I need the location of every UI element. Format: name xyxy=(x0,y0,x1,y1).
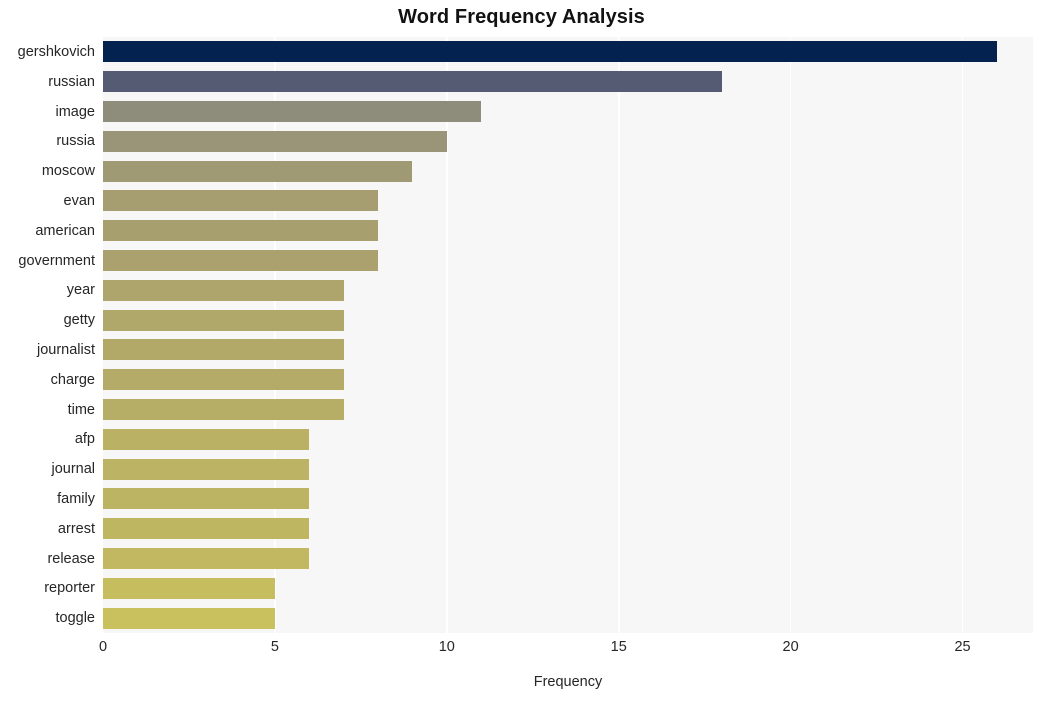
bar-row xyxy=(103,41,1033,63)
x-axis-title: Frequency xyxy=(533,674,603,690)
bar-journalist[interactable] xyxy=(103,339,344,361)
y-axis-label-image: image xyxy=(55,103,96,120)
y-axis-label-government: government xyxy=(18,252,95,269)
bar-getty[interactable] xyxy=(103,309,344,331)
bar-release[interactable] xyxy=(103,548,310,569)
y-axis-label-american: american xyxy=(35,222,95,239)
x-axis-tick-labels: 0 5 10 15 20 25 xyxy=(0,639,1043,661)
y-axis-label-year: year xyxy=(66,282,95,299)
y-axis-label-russia: russia xyxy=(56,133,95,150)
bar-row xyxy=(103,190,1033,212)
y-axis-label-charge: charge xyxy=(50,371,95,388)
bar-row xyxy=(103,607,1033,629)
bar-row xyxy=(103,428,1033,450)
bar-government[interactable] xyxy=(103,250,379,271)
y-axis-label-reporter: reporter xyxy=(44,580,95,597)
y-axis-label-journalist: journalist xyxy=(36,341,95,358)
bar-row xyxy=(103,488,1033,510)
y-axis-label-moscow: moscow xyxy=(41,163,95,180)
plot-area xyxy=(103,37,1033,633)
bar-time[interactable] xyxy=(103,399,344,420)
x-tick-label-15: 15 xyxy=(610,639,627,655)
y-axis-label-afp: afp xyxy=(74,431,95,448)
bar-row xyxy=(103,548,1033,569)
y-axis-category-labels: gershkovich russian image russia moscow evan a… xyxy=(0,37,95,633)
y-axis-label-release: release xyxy=(47,550,95,567)
chart-title: Word Frequency Analysis xyxy=(398,6,645,28)
bar-row xyxy=(103,309,1033,331)
bar-row xyxy=(103,71,1033,93)
bar-row xyxy=(103,339,1033,361)
word-frequency-chart: Word Frequency Analysis gershkovich russi… xyxy=(0,0,1043,701)
y-axis-label-family: family xyxy=(57,490,95,507)
y-axis-label-journal: journal xyxy=(51,461,95,478)
bar-year[interactable] xyxy=(103,279,344,301)
bar-row xyxy=(103,458,1033,480)
bar-charge[interactable] xyxy=(103,369,344,391)
x-tick-label-10: 10 xyxy=(438,639,455,655)
x-tick-label-20: 20 xyxy=(782,639,799,655)
bar-row xyxy=(103,518,1033,540)
bar-journal[interactable] xyxy=(103,458,310,480)
bar-row xyxy=(103,399,1033,420)
bar-afp[interactable] xyxy=(103,428,310,450)
y-axis-label-arrest: arrest xyxy=(57,520,95,537)
bar-arrest[interactable] xyxy=(103,518,310,540)
bar-moscow[interactable] xyxy=(103,160,413,182)
bar-row xyxy=(103,130,1033,152)
bar-image[interactable] xyxy=(103,101,482,122)
bar-row xyxy=(103,160,1033,182)
bar-row xyxy=(103,250,1033,271)
bar-row xyxy=(103,101,1033,122)
bar-family[interactable] xyxy=(103,488,310,510)
y-axis-label-time: time xyxy=(67,401,95,418)
bars-layer xyxy=(103,37,1033,633)
bar-row xyxy=(103,369,1033,391)
y-axis-label-russian: russian xyxy=(48,73,95,90)
x-tick-label-0: 0 xyxy=(98,639,108,655)
x-tick-label-5: 5 xyxy=(270,639,279,655)
bar-reporter[interactable] xyxy=(103,577,275,599)
y-axis-label-toggle: toggle xyxy=(55,610,95,627)
bar-russian[interactable] xyxy=(103,71,722,93)
y-axis-label-evan: evan xyxy=(63,192,95,209)
x-tick-label-25: 25 xyxy=(954,639,971,655)
y-axis-label-gershkovich: gershkovich xyxy=(17,43,95,60)
bar-row xyxy=(103,220,1033,242)
bar-toggle[interactable] xyxy=(103,607,275,629)
bar-row xyxy=(103,279,1033,301)
bar-evan[interactable] xyxy=(103,190,379,212)
bar-gershkovich[interactable] xyxy=(103,41,997,63)
bar-row xyxy=(103,577,1033,599)
bar-american[interactable] xyxy=(103,220,379,242)
y-axis-label-getty: getty xyxy=(63,312,95,329)
bar-russia[interactable] xyxy=(103,130,447,152)
